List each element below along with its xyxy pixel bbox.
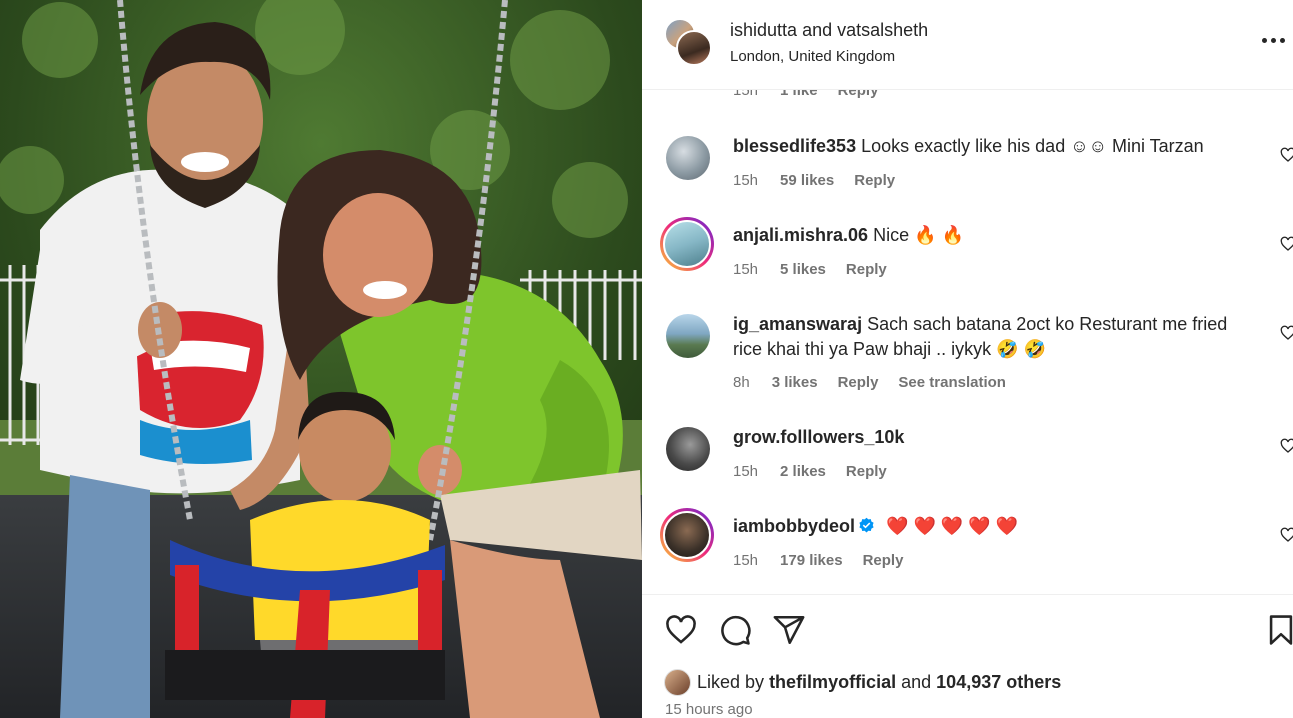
liked-by-and: and	[901, 671, 932, 692]
post-photo-illustration	[0, 0, 642, 718]
comment-likes[interactable]: 59 likes	[780, 172, 834, 189]
comment-meta: 15h 1 like Reply	[733, 90, 878, 99]
comment-meta: 15h 5 likes Reply	[733, 261, 887, 278]
liked-by-user[interactable]: thefilmyofficial	[769, 672, 896, 693]
reply-button[interactable]: Reply	[846, 463, 887, 480]
comment-body: ❤️ ❤️ ❤️ ❤️ ❤️	[886, 516, 1019, 536]
comment-time: 15h	[733, 552, 759, 569]
heart-icon[interactable]	[1280, 236, 1293, 252]
heart-icon[interactable]	[664, 613, 698, 647]
comment-username[interactable]: ig_amanswaraj	[733, 314, 862, 334]
reply-button[interactable]: Reply	[838, 374, 879, 391]
comment-likes[interactable]: 2 likes	[780, 463, 826, 480]
avatar[interactable]	[666, 136, 710, 180]
liked-by-count[interactable]: 104,937 others	[936, 672, 1061, 693]
avatar[interactable]	[660, 508, 714, 562]
comment-text: ig_amanswaraj Sach sach batana 2oct ko R…	[733, 312, 1243, 362]
verified-badge-icon	[859, 517, 874, 533]
avatar[interactable]	[664, 668, 691, 696]
comment-text: blessedlife353 Looks exactly like his da…	[733, 134, 1243, 159]
heart-icon[interactable]	[1280, 147, 1293, 163]
comment-meta: 15h 59 likes Reply	[733, 172, 895, 189]
post-detail-panel: ishidutta and vatsalsheth London, United…	[642, 0, 1293, 718]
comment-time: 15h	[733, 463, 759, 480]
reply-button[interactable]: Reply	[846, 261, 887, 278]
avatar[interactable]	[666, 427, 710, 471]
avatar[interactable]	[660, 217, 714, 271]
post-actions: Liked by thefilmyofficial and 104,937 ot…	[642, 594, 1293, 718]
comment-time: 8h	[733, 374, 750, 391]
author-username[interactable]: ishidutta	[730, 20, 797, 40]
avatar[interactable]	[676, 30, 712, 66]
post-location[interactable]: London, United Kingdom	[730, 48, 895, 65]
comment-likes[interactable]: 3 likes	[772, 374, 818, 391]
post-header: ishidutta and vatsalsheth London, United…	[642, 0, 1293, 90]
comments-list[interactable]: 15h 1 like Reply blessedlife353 Looks ex…	[642, 90, 1293, 594]
reply-button[interactable]: Reply	[838, 90, 879, 99]
comment-text: iambobbydeol ❤️ ❤️ ❤️ ❤️ ❤️	[733, 514, 1243, 539]
liked-by-prefix: Liked by	[697, 671, 765, 692]
reply-button[interactable]: Reply	[863, 552, 904, 569]
comment-meta: 8h 3 likes Reply See translation	[733, 374, 1006, 391]
comment-username[interactable]: anjali.mishra.06	[733, 225, 868, 245]
comment-body: Nice 🔥 🔥	[873, 225, 964, 245]
more-horizontal-icon	[1279, 37, 1285, 43]
reply-button[interactable]: Reply	[854, 172, 895, 189]
more-options-button[interactable]	[1259, 30, 1287, 50]
comment-meta: 15h 179 likes Reply	[733, 552, 903, 569]
author-joiner: and	[802, 20, 833, 40]
comment-body: Looks exactly like his dad ☺☺ Mini Tarza…	[861, 136, 1204, 156]
comment-time: 15h	[733, 90, 759, 99]
comment-meta: 15h 2 likes Reply	[733, 463, 887, 480]
comment-likes[interactable]: 5 likes	[780, 261, 826, 278]
share-icon[interactable]	[772, 613, 806, 647]
bookmark-icon[interactable]	[1264, 613, 1293, 647]
comment-username[interactable]: grow.folllowers_10k	[733, 427, 904, 447]
post-timestamp[interactable]: 15 hours ago	[665, 701, 753, 718]
comment-time: 15h	[733, 261, 759, 278]
post-authors: ishidutta and vatsalsheth	[730, 20, 928, 41]
avatar[interactable]	[666, 314, 710, 358]
heart-icon[interactable]	[1280, 527, 1293, 543]
comment-likes[interactable]: 179 likes	[780, 552, 843, 569]
comment-username[interactable]: blessedlife353	[733, 136, 856, 156]
more-horizontal-icon	[1270, 37, 1276, 43]
comment-likes[interactable]: 1 like	[780, 90, 818, 99]
comment-username[interactable]: iambobbydeol	[733, 516, 855, 536]
collab-avatars[interactable]	[664, 18, 712, 66]
comment-partial: 15h 1 like Reply	[642, 90, 1293, 102]
comment-icon[interactable]	[718, 613, 752, 647]
heart-icon[interactable]	[1280, 325, 1293, 341]
liked-by-summary: Liked by thefilmyofficial and 104,937 ot…	[664, 667, 1061, 697]
comment-text: anjali.mishra.06 Nice 🔥 🔥	[733, 223, 1243, 248]
author-username[interactable]: vatsalsheth	[837, 20, 928, 40]
heart-icon[interactable]	[1280, 438, 1293, 454]
more-horizontal-icon	[1261, 37, 1267, 43]
comment-time: 15h	[733, 172, 759, 189]
post-photo[interactable]	[0, 0, 642, 718]
comment-text: grow.folllowers_10k	[733, 425, 1243, 450]
see-translation-button[interactable]: See translation	[898, 374, 1006, 391]
